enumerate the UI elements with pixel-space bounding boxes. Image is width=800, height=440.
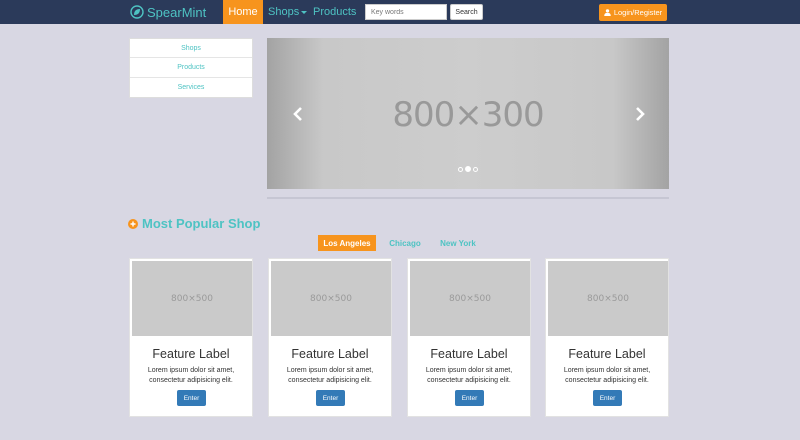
- feature-card: 800×500 Feature Label Lorem ipsum dolor …: [129, 258, 253, 417]
- enter-button[interactable]: Enter: [455, 390, 484, 406]
- card-title: Feature Label: [291, 347, 369, 361]
- carousel-indicator[interactable]: [473, 166, 478, 172]
- sidebar-item-services[interactable]: Services: [130, 78, 252, 97]
- search-input[interactable]: [365, 4, 447, 20]
- section-title: Most Popular Shop: [142, 216, 261, 231]
- sidebar-item-shops[interactable]: Shops: [130, 39, 252, 59]
- tab-los-angeles[interactable]: Los Angeles: [318, 235, 376, 251]
- leaf-logo-icon: [130, 5, 144, 19]
- card-title: Feature Label: [430, 347, 508, 361]
- card-description: Lorem ipsum dolor sit amet, consectetur …: [563, 367, 651, 384]
- login-register-label: Login/Register: [613, 8, 663, 17]
- brand-name: SpearMint: [147, 4, 207, 20]
- feature-card: 800×500 Feature Label Lorem ipsum dolor …: [407, 258, 531, 417]
- section-divider: [267, 197, 669, 199]
- nav-products[interactable]: Products: [313, 0, 356, 24]
- navbar: SpearMint Home Shops Products Search Log…: [0, 0, 800, 24]
- chevron-right-icon[interactable]: [633, 106, 647, 122]
- card-image-placeholder: 800×500: [132, 261, 252, 336]
- search-button[interactable]: Search: [450, 4, 483, 20]
- card-title: Feature Label: [152, 347, 230, 361]
- card-description: Lorem ipsum dolor sit amet, consectetur …: [425, 367, 513, 384]
- brand-logo[interactable]: SpearMint: [130, 4, 206, 20]
- tab-chicago[interactable]: Chicago: [384, 235, 426, 251]
- feature-card: 800×500 Feature Label Lorem ipsum dolor …: [545, 258, 669, 417]
- enter-button[interactable]: Enter: [593, 390, 622, 406]
- card-image-placeholder: 800×500: [548, 261, 668, 336]
- card-title: Feature Label: [568, 347, 646, 361]
- card-description: Lorem ipsum dolor sit amet, consectetur …: [147, 367, 235, 384]
- tab-new-york[interactable]: New York: [434, 235, 482, 251]
- login-register-button[interactable]: Login/Register: [599, 4, 667, 21]
- enter-button[interactable]: Enter: [177, 390, 206, 406]
- chevron-left-icon[interactable]: [291, 106, 305, 122]
- carousel-indicators: [458, 166, 478, 172]
- nav-shops-label: Shops: [268, 6, 300, 18]
- carousel-image-placeholder: 800×300: [392, 95, 544, 135]
- nav-shops-dropdown[interactable]: Shops: [268, 0, 308, 24]
- nav-home[interactable]: Home: [223, 0, 263, 24]
- section-heading: Most Popular Shop: [128, 216, 260, 231]
- enter-button[interactable]: Enter: [316, 390, 345, 406]
- carousel-indicator-active[interactable]: [465, 166, 471, 172]
- card-description: Lorem ipsum dolor sit amet, consectetur …: [286, 367, 374, 384]
- sidebar-item-products[interactable]: Products: [130, 58, 252, 78]
- plus-circle-icon: [128, 218, 138, 229]
- card-image-placeholder: 800×500: [271, 261, 391, 336]
- caret-down-icon: [301, 10, 308, 14]
- carousel-indicator[interactable]: [458, 166, 463, 172]
- user-icon: [604, 9, 611, 16]
- sidebar-menu: Shops Products Services: [129, 38, 253, 98]
- card-image-placeholder: 800×500: [410, 261, 530, 336]
- hero-carousel: 800×300: [267, 38, 669, 189]
- feature-card: 800×500 Feature Label Lorem ipsum dolor …: [268, 258, 392, 417]
